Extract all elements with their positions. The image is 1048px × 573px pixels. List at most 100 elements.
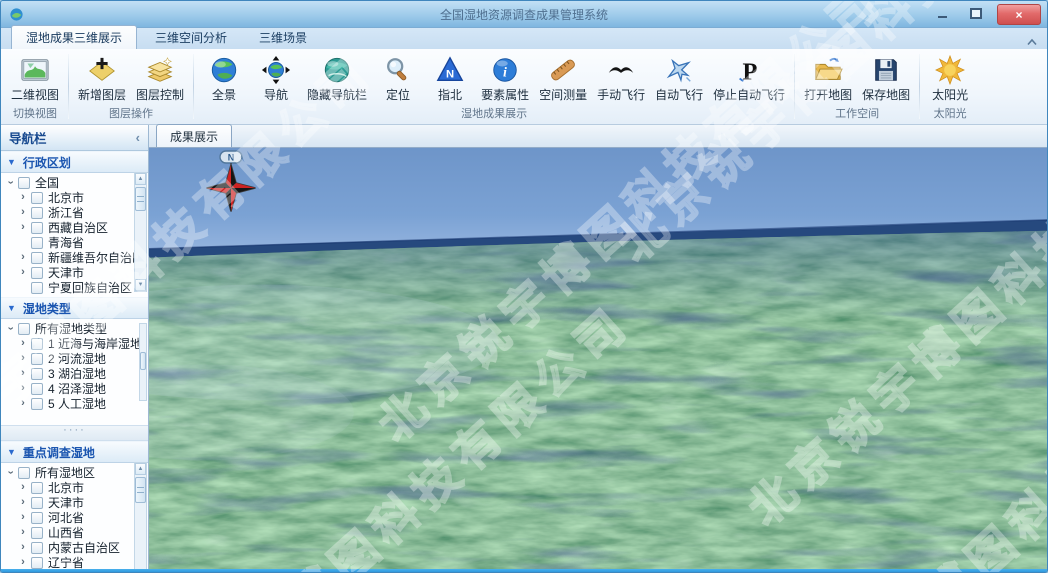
scrollbar-track[interactable] bbox=[140, 324, 146, 400]
expand-icon[interactable]: › bbox=[17, 482, 29, 493]
ribbon-button-layers[interactable]: 图层控制 bbox=[131, 51, 189, 104]
tree-item[interactable]: ›3 湖泊湿地 bbox=[1, 366, 148, 381]
checkbox[interactable] bbox=[31, 353, 43, 365]
expand-icon[interactable]: › bbox=[17, 557, 29, 568]
scrollbar-track[interactable] bbox=[135, 475, 146, 569]
close-button[interactable]: × bbox=[997, 4, 1041, 25]
tree-item[interactable]: ›所有湿地区 bbox=[1, 465, 148, 480]
scrollbar[interactable]: ▲ bbox=[134, 462, 147, 569]
tree-item-label[interactable]: 辽宁省 bbox=[48, 554, 84, 569]
expand-icon[interactable]: › bbox=[17, 338, 29, 349]
tree-item-label[interactable]: 宁夏回族自治区 bbox=[48, 279, 132, 296]
panel-header[interactable]: ▼重点调查湿地 bbox=[1, 441, 148, 463]
tree-item[interactable]: ›山西省 bbox=[1, 525, 148, 540]
tree-item-label[interactable]: 5 人工湿地 bbox=[48, 395, 106, 412]
scrollbar-thumb[interactable] bbox=[135, 477, 146, 503]
tree-item[interactable]: ›4 沼泽湿地 bbox=[1, 381, 148, 396]
panel-splitter[interactable]: ···· bbox=[1, 425, 148, 441]
checkbox[interactable] bbox=[31, 512, 43, 524]
tree-item[interactable]: ›新疆维吾尔自治区 bbox=[1, 250, 148, 265]
collapse-icon[interactable]: › bbox=[5, 323, 16, 335]
scrollbar-thumb[interactable] bbox=[135, 187, 146, 211]
checkbox[interactable] bbox=[18, 177, 30, 189]
expand-icon[interactable]: › bbox=[17, 207, 29, 218]
tree-item[interactable]: › 辽宁省 bbox=[1, 555, 148, 569]
tree-item[interactable]: › 5 人工湿地 bbox=[1, 396, 148, 411]
expand-icon[interactable]: › bbox=[17, 512, 29, 523]
ribbon-button-bird[interactable]: 手动飞行 bbox=[592, 51, 650, 104]
ribbon-tab-1[interactable]: 湿地成果三维展示 bbox=[11, 25, 137, 49]
expand-icon[interactable]: › bbox=[17, 192, 29, 203]
tab-results-display[interactable]: 成果展示 bbox=[156, 124, 232, 147]
ribbon-button-sun[interactable]: 太阳光 bbox=[924, 51, 976, 104]
checkbox[interactable] bbox=[31, 557, 43, 569]
scrollbar-thumb[interactable] bbox=[140, 352, 146, 370]
terrain-3d-scene[interactable] bbox=[149, 148, 1047, 569]
scrollbar-track[interactable] bbox=[135, 185, 146, 279]
ribbon-button-hide-nav-globe[interactable]: 隐藏导航栏 bbox=[302, 51, 372, 104]
checkbox[interactable] bbox=[18, 467, 30, 479]
ribbon-button-info[interactable]: i要素属性 bbox=[476, 51, 534, 104]
maximize-button[interactable] bbox=[963, 4, 989, 22]
checkbox[interactable] bbox=[31, 237, 43, 249]
expand-icon[interactable]: › bbox=[17, 267, 29, 278]
ribbon-button-ruler[interactable]: 空间测量 bbox=[534, 51, 592, 104]
expand-icon[interactable]: › bbox=[17, 353, 29, 364]
panel-header[interactable]: ▼湿地类型 bbox=[1, 297, 148, 319]
ribbon-tab-2[interactable]: 三维空间分析 bbox=[141, 26, 241, 49]
minimize-button[interactable] bbox=[929, 4, 955, 22]
checkbox[interactable] bbox=[31, 482, 43, 494]
checkbox[interactable] bbox=[31, 267, 43, 279]
checkbox[interactable] bbox=[18, 323, 30, 335]
expand-icon[interactable]: › bbox=[17, 252, 29, 263]
expand-icon[interactable]: › bbox=[17, 542, 29, 553]
expand-icon[interactable]: › bbox=[17, 398, 29, 409]
tree-item[interactable]: ›西藏自治区 bbox=[1, 220, 148, 235]
tree-item[interactable]: ›浙江省 bbox=[1, 205, 148, 220]
tree-item[interactable]: ›全国 bbox=[1, 175, 148, 190]
tree-item[interactable]: ›天津市 bbox=[1, 495, 148, 510]
collapse-ribbon-button[interactable] bbox=[1026, 33, 1038, 51]
checkbox[interactable] bbox=[31, 338, 43, 350]
checkbox[interactable] bbox=[31, 527, 43, 539]
scroll-down-button[interactable]: ▼ bbox=[135, 279, 146, 291]
scroll-up-button[interactable]: ▲ bbox=[135, 463, 146, 475]
collapse-icon[interactable]: › bbox=[5, 177, 16, 189]
ribbon-button-plane[interactable]: 自动飞行 bbox=[650, 51, 708, 104]
tree-item[interactable]: ›2 河流湿地 bbox=[1, 351, 148, 366]
ribbon-button-nav-globe[interactable]: 导航 bbox=[250, 51, 302, 104]
ribbon-button-stop-p[interactable]: P停止自动飞行 bbox=[708, 51, 790, 104]
tree-item[interactable]: ›内蒙古自治区 bbox=[1, 540, 148, 555]
ribbon-button-magnifier[interactable]: 定位 bbox=[372, 51, 424, 104]
tree-item[interactable]: ›河北省 bbox=[1, 510, 148, 525]
sidebar-collapse-icon[interactable]: ‹ bbox=[136, 130, 140, 145]
checkbox[interactable] bbox=[31, 368, 43, 380]
tree-item[interactable]: 宁夏回族自治区 bbox=[1, 280, 148, 295]
checkbox[interactable] bbox=[31, 252, 43, 264]
scroll-up-button[interactable]: ▲ bbox=[135, 173, 146, 185]
checkbox[interactable] bbox=[31, 207, 43, 219]
ribbon-button-north[interactable]: N指北 bbox=[424, 51, 476, 104]
tree-item[interactable]: ›北京市 bbox=[1, 190, 148, 205]
tree-item[interactable]: ›所有湿地类型 bbox=[1, 321, 148, 336]
tree-item[interactable]: 青海省 bbox=[1, 235, 148, 250]
scrollbar[interactable] bbox=[139, 323, 147, 401]
collapse-icon[interactable]: › bbox=[5, 467, 16, 479]
map-viewport[interactable]: N bbox=[149, 148, 1047, 569]
ribbon-button-globe[interactable]: 全景 bbox=[198, 51, 250, 104]
scrollbar[interactable]: ▲▼ bbox=[134, 172, 147, 292]
expand-icon[interactable]: › bbox=[17, 497, 29, 508]
expand-icon[interactable]: › bbox=[17, 222, 29, 233]
tree-item[interactable]: ›北京市 bbox=[1, 480, 148, 495]
checkbox[interactable] bbox=[31, 542, 43, 554]
ribbon-button-add-layer[interactable]: 新增图层 bbox=[73, 51, 131, 104]
ribbon-button-open-folder[interactable]: 打开地图 bbox=[799, 51, 857, 104]
expand-icon[interactable]: › bbox=[17, 527, 29, 538]
ribbon-button-map-2d[interactable]: 二维视图 bbox=[6, 51, 64, 104]
checkbox[interactable] bbox=[31, 222, 43, 234]
ribbon-button-save[interactable]: 保存地图 bbox=[857, 51, 915, 104]
checkbox[interactable] bbox=[31, 398, 43, 410]
checkbox[interactable] bbox=[31, 383, 43, 395]
panel-header[interactable]: ▼行政区划 bbox=[1, 151, 148, 173]
ribbon-tab-3[interactable]: 三维场景 bbox=[245, 26, 321, 49]
